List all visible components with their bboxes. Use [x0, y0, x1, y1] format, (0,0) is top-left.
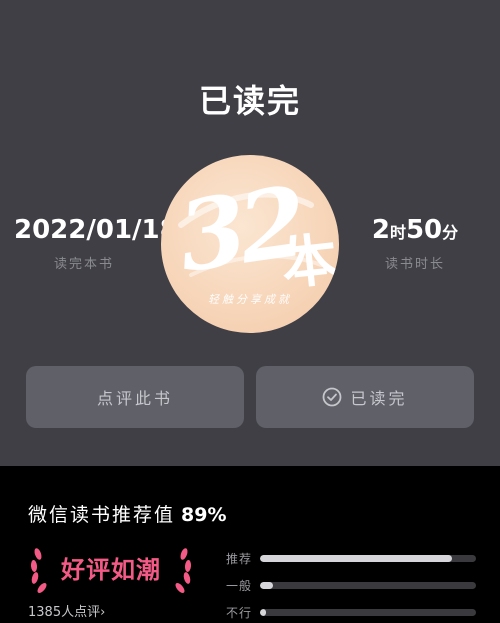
rating-breakdown: 推荐 一般 不行: [226, 545, 476, 623]
minutes-unit: 分: [442, 223, 459, 242]
recommend-score: 微信读书推荐值 89%: [28, 500, 227, 527]
rating-bar-row: 一般: [226, 572, 476, 599]
rating-bar-label: 推荐: [226, 552, 253, 566]
chevron-right-icon: ›: [100, 605, 106, 620]
finish-date-value: 2022/01/18: [14, 215, 178, 245]
rating-tag: 好评如潮: [26, 540, 196, 600]
achievement-badge[interactable]: 32 本 轻触分享成就: [161, 155, 339, 333]
recommend-score-percent: 89%: [181, 504, 227, 526]
rating-bar-track: [260, 609, 476, 616]
page-title: 已读完: [198, 82, 301, 120]
read-time-label: 读书时长: [384, 257, 445, 272]
read-minutes: 50: [405, 215, 443, 245]
review-book-button[interactable]: 点评此书: [26, 366, 244, 428]
rating-bar-track: [260, 555, 476, 562]
hours-unit: 时: [389, 223, 406, 242]
rating-bar-track: [260, 582, 476, 589]
read-hours: 2: [371, 215, 390, 245]
books-read-unit: 本: [278, 227, 339, 298]
review-book-label: 点评此书: [96, 389, 173, 408]
rating-bar-label: 不行: [226, 606, 253, 620]
reviewer-count: 1385: [28, 605, 62, 620]
rating-bar-fill: [260, 555, 453, 562]
finished-reading-button[interactable]: 已读完: [256, 366, 474, 428]
share-hint: 轻触分享成就: [208, 293, 292, 306]
reviewer-count-link[interactable]: 1385人点评›: [28, 601, 105, 620]
rating-tag-text: 好评如潮: [61, 556, 161, 584]
rating-bar-fill: [260, 582, 273, 589]
finish-date-stat: 2022/01/18 读完本书: [14, 215, 178, 272]
rating-bar-row: 不行: [226, 599, 476, 623]
finish-date-label: 读完本书: [53, 257, 114, 272]
read-time-value: 2时50分: [360, 215, 470, 245]
rating-bar-row: 推荐: [226, 545, 476, 572]
recommend-score-label: 微信读书推荐值: [28, 504, 176, 526]
read-time-stat: 2时50分 读书时长: [360, 215, 470, 272]
reviewer-suffix: 人点评: [61, 605, 101, 620]
finished-reading-label: 已读完: [350, 389, 408, 408]
rating-bar-fill: [260, 609, 267, 616]
rating-bar-label: 一般: [226, 579, 253, 593]
check-circle-icon: [323, 387, 342, 407]
